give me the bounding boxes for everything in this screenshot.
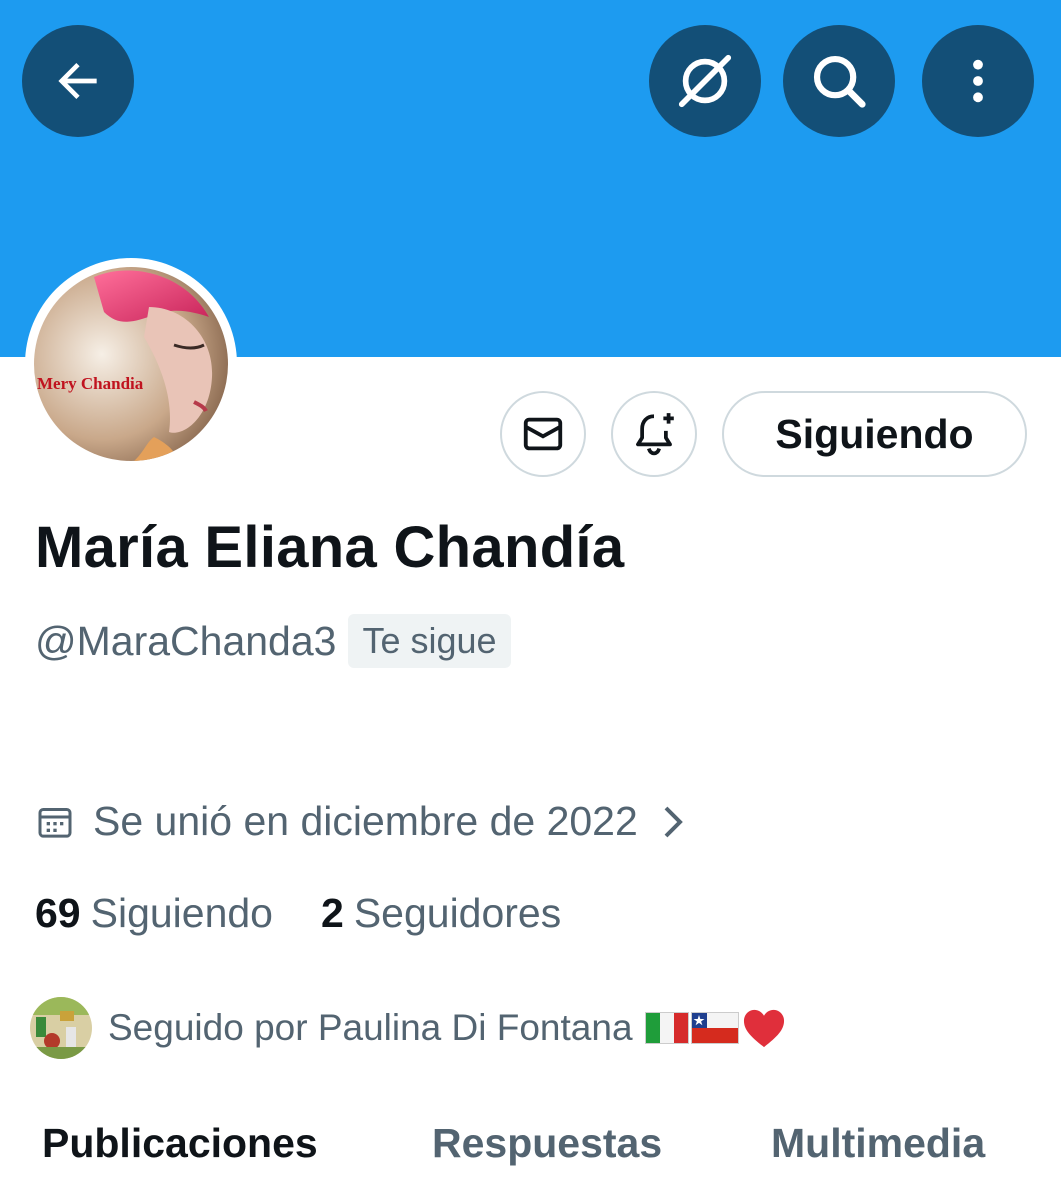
profile-avatar[interactable]: Mery Chandia xyxy=(25,258,237,470)
bell-plus-icon xyxy=(636,413,674,456)
followed-by-text: Seguido por Paulina Di Fontana xyxy=(108,1007,633,1048)
message-button[interactable] xyxy=(500,391,586,477)
grok-icon xyxy=(678,54,732,108)
more-vertical-icon xyxy=(973,59,983,103)
follows-you-badge: Te sigue xyxy=(348,614,511,668)
followed-by-row[interactable]: Seguido por Paulina Di Fontana xyxy=(28,995,787,1061)
joined-date-text: Se unió en diciembre de 2022 xyxy=(93,798,638,844)
chile-flag-icon xyxy=(690,1012,739,1044)
following-label: Siguiendo xyxy=(90,890,273,936)
avatar-caption: Mery Chandia xyxy=(37,374,144,393)
grok-button[interactable] xyxy=(649,25,761,137)
profile-tabs: Publicaciones Respuestas Multimedia xyxy=(0,1110,1061,1200)
tab-respuestas[interactable]: Respuestas xyxy=(432,1120,662,1167)
tab-publicaciones[interactable]: Publicaciones xyxy=(42,1120,318,1167)
notifications-button[interactable] xyxy=(611,391,697,477)
follower-avatar xyxy=(28,995,94,1061)
back-button[interactable] xyxy=(22,25,134,137)
followers-count: 2 xyxy=(321,890,344,936)
following-stat[interactable]: 69 Siguiendo xyxy=(35,890,273,937)
search-icon xyxy=(813,55,866,108)
followed-by-emojis xyxy=(644,1007,787,1049)
arrow-left-icon xyxy=(58,63,97,99)
profile-name: María Eliana Chandía xyxy=(35,515,625,580)
follow-stats: 69 Siguiendo 2 Seguidores xyxy=(35,890,561,937)
more-options-button[interactable] xyxy=(922,25,1034,137)
tab-multimedia[interactable]: Multimedia xyxy=(771,1120,985,1167)
calendar-icon xyxy=(38,807,72,838)
italy-flag-icon xyxy=(644,1012,689,1044)
handle-row: @MaraChanda3 Te sigue xyxy=(35,614,511,668)
following-count: 69 xyxy=(35,890,81,936)
following-button[interactable]: Siguiendo xyxy=(722,391,1027,477)
search-button[interactable] xyxy=(783,25,895,137)
followers-stat[interactable]: 2 Seguidores xyxy=(321,890,561,937)
envelope-icon xyxy=(523,417,563,451)
chevron-right-icon xyxy=(664,806,683,837)
profile-handle: @MaraChanda3 xyxy=(35,617,337,664)
avatar-image: Mery Chandia xyxy=(34,267,228,461)
followers-label: Seguidores xyxy=(353,890,562,936)
red-heart-icon xyxy=(743,1009,784,1048)
joined-date-row[interactable]: Se unió en diciembre de 2022 xyxy=(35,798,686,845)
